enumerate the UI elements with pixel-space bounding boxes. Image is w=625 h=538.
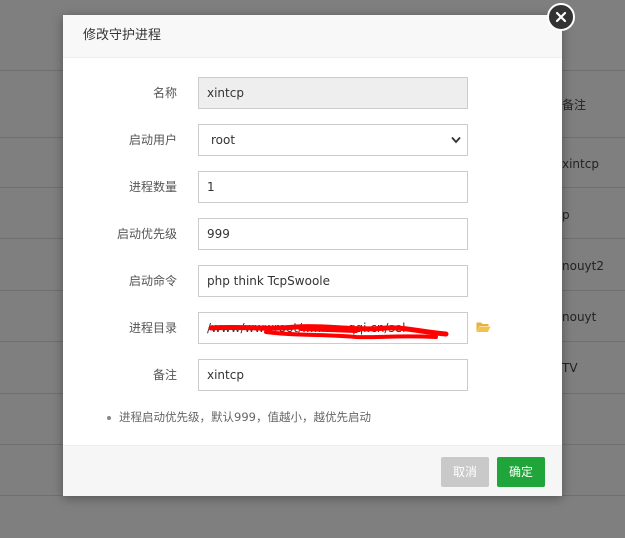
redaction-mark (208, 324, 449, 340)
priority-input[interactable]: 999 (198, 218, 468, 250)
dialog-footer: 取消 确定 (63, 445, 562, 496)
form-row-name: 名称 xintcp (63, 77, 562, 109)
cancel-button[interactable]: 取消 (441, 457, 489, 487)
form-row-process-count: 进程数量 1 (63, 171, 562, 203)
directory-label: 进程目录 (128, 321, 177, 335)
form-row-directory: 进程目录 /www/wwwroot/............qqi.cn/sel (63, 312, 562, 344)
priority-tip-text: 进程启动优先级，默认999，值越小，越优先启动 (119, 410, 371, 424)
bg-cell: nouyt (562, 310, 597, 324)
bg-cell: TV (562, 361, 578, 375)
bg-cell: p (562, 208, 570, 222)
bg-column-header: 备注 (562, 98, 587, 112)
close-icon (555, 11, 567, 23)
user-label: 启动用户 (128, 133, 177, 147)
remark-input[interactable]: xintcp (198, 359, 468, 391)
close-dialog-button[interactable] (547, 3, 575, 31)
form-row-remark: 备注 xintcp (63, 359, 562, 391)
user-select-value: root (211, 133, 236, 147)
bg-cell: xintcp (562, 157, 599, 171)
command-label: 启动命令 (128, 274, 177, 288)
dialog-title: 修改守护进程 (63, 15, 562, 58)
edit-daemon-dialog: 修改守护进程 名称 xintcp 启动用户 root 进程数量 1 启动优先级 … (63, 15, 562, 496)
user-select[interactable]: root (198, 124, 468, 156)
remark-label: 备注 (152, 368, 177, 382)
form-row-user: 启动用户 root (63, 124, 562, 156)
folder-open-icon[interactable] (476, 321, 491, 333)
command-input[interactable]: php think TcpSwoole (198, 265, 468, 297)
confirm-button[interactable]: 确定 (497, 457, 545, 487)
process-count-input[interactable]: 1 (198, 171, 468, 203)
priority-label: 启动优先级 (116, 227, 177, 241)
name-input: xintcp (198, 77, 468, 109)
name-label: 名称 (152, 86, 177, 100)
process-count-label: 进程数量 (128, 180, 177, 194)
chevron-down-icon (451, 136, 461, 144)
priority-tip: 进程启动优先级，默认999，值越小，越优先启动 (107, 409, 371, 425)
form-row-command: 启动命令 php think TcpSwoole (63, 265, 562, 297)
form-row-priority: 启动优先级 999 (63, 218, 562, 250)
bg-cell: nouyt2 (562, 259, 604, 273)
bullet-icon (107, 415, 111, 420)
